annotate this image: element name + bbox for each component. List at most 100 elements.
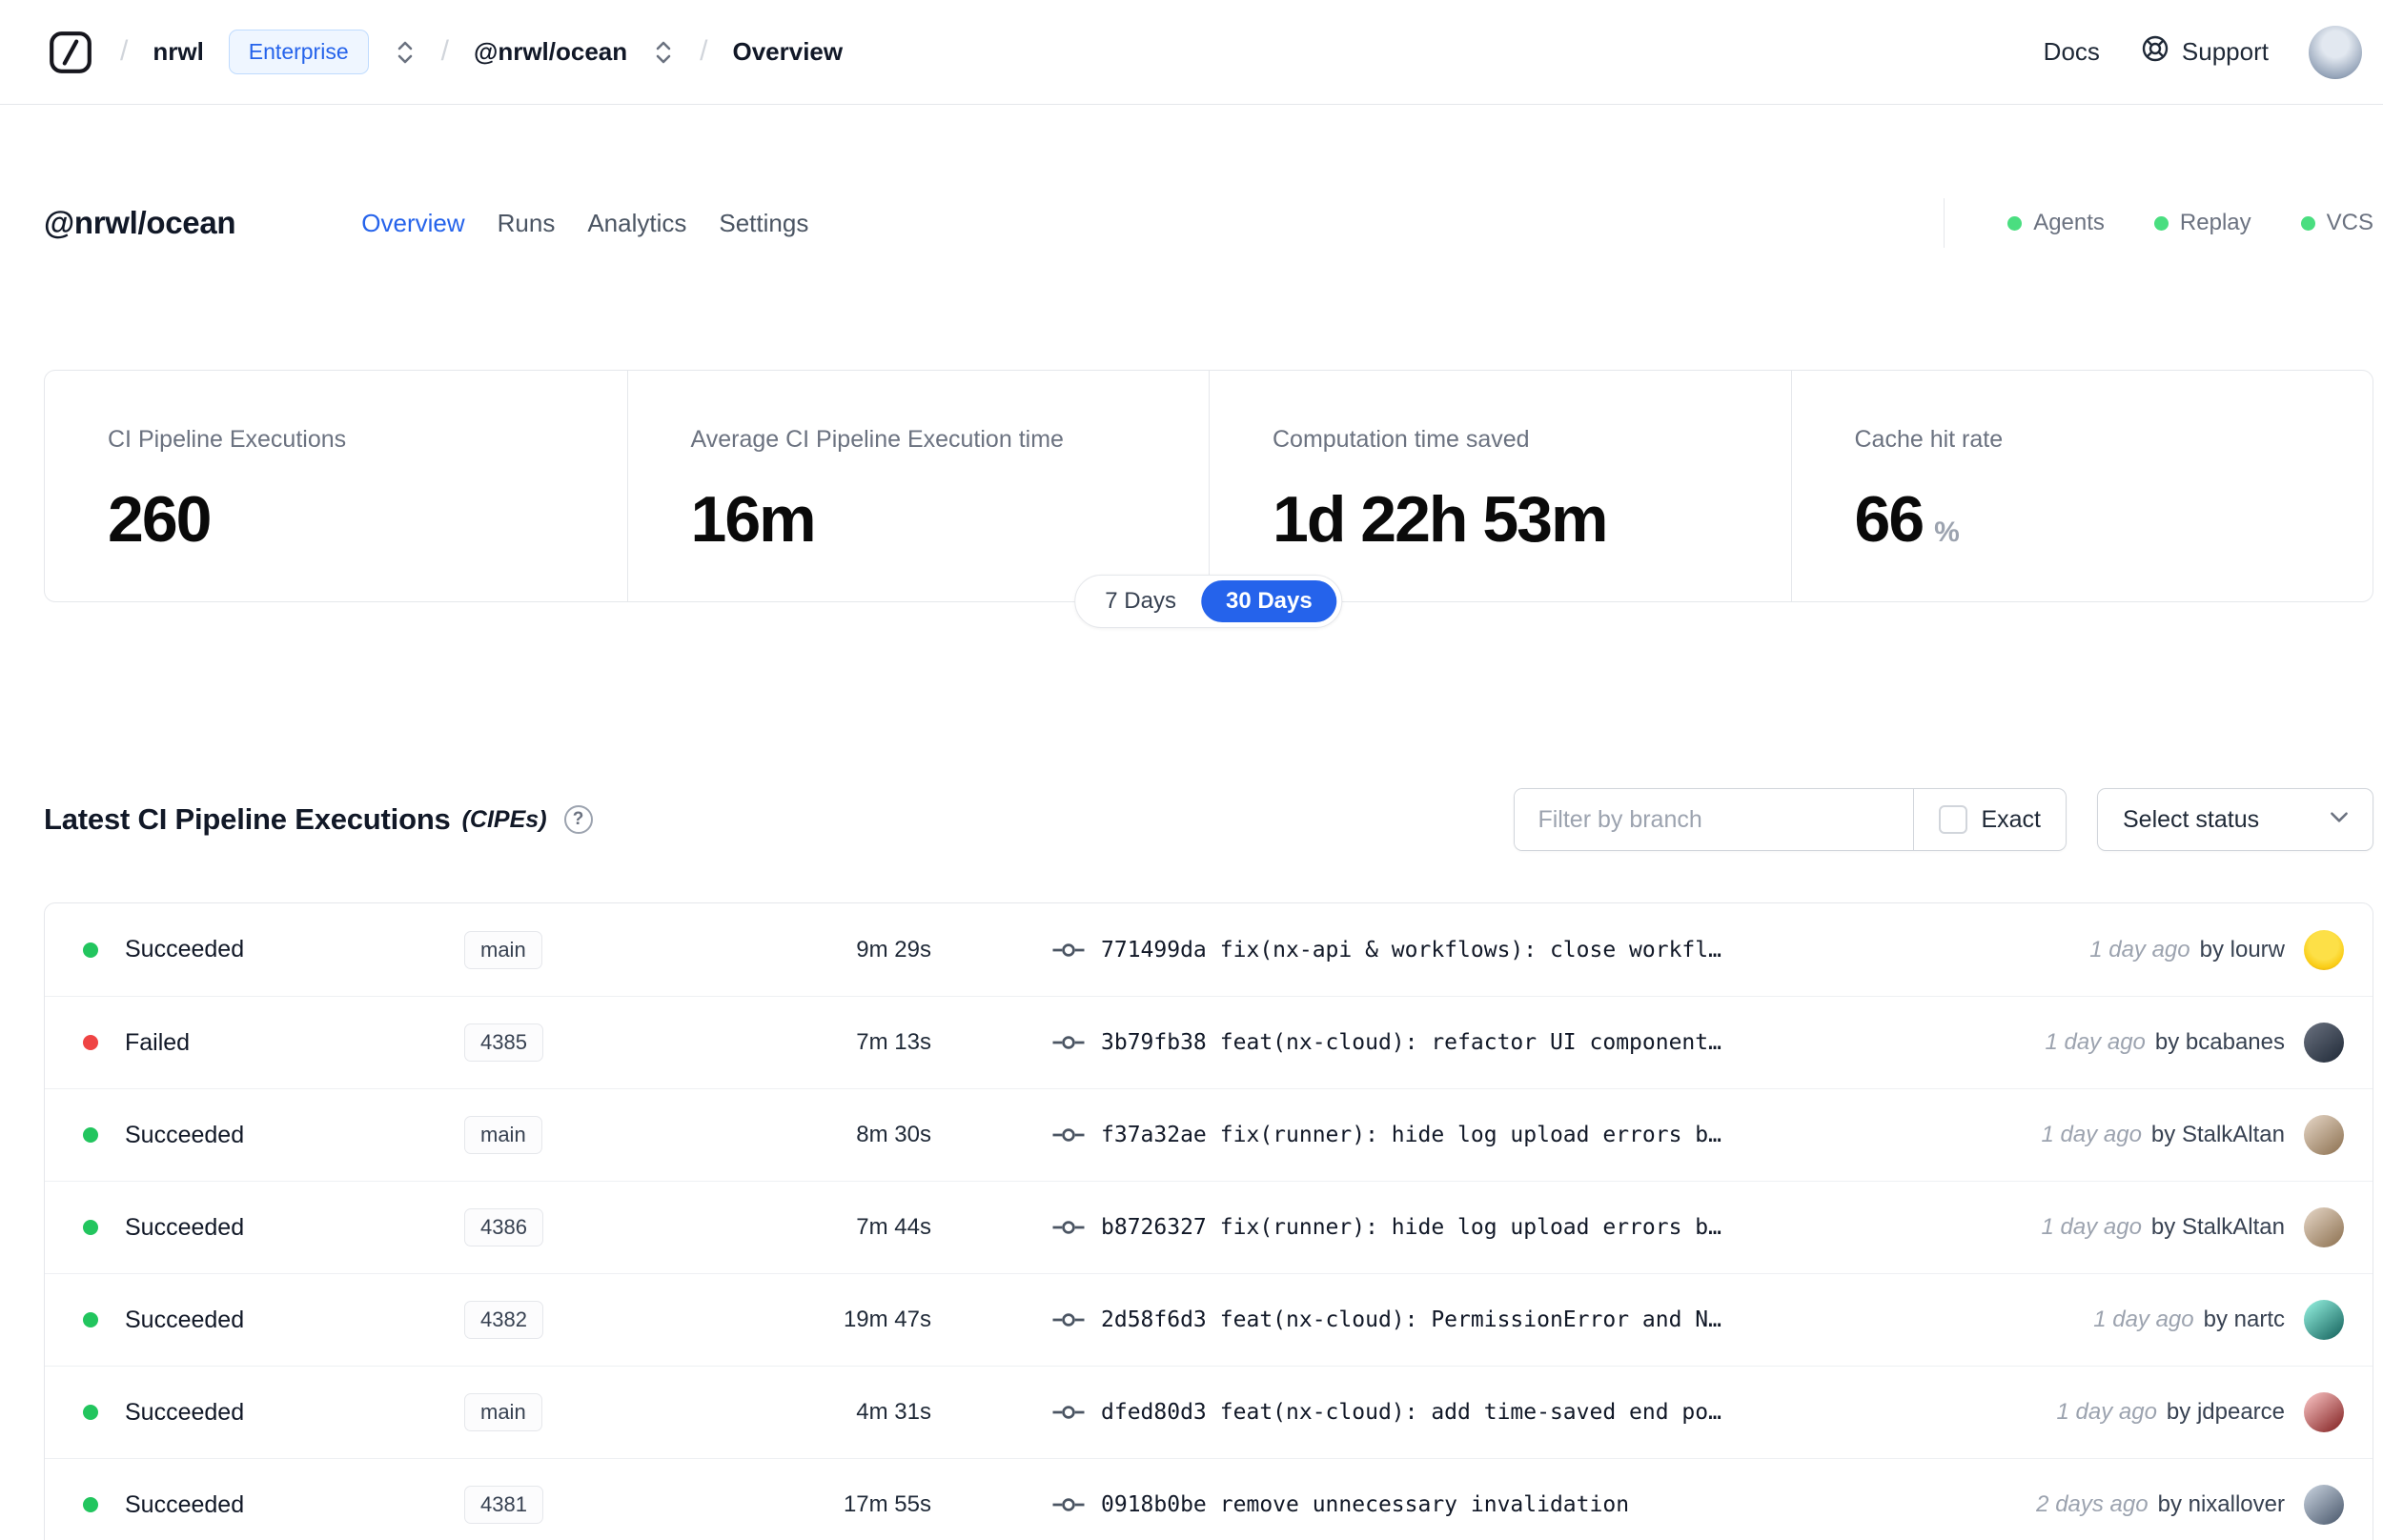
commit-hash: f37a32ae [1101, 1123, 1207, 1147]
org-name[interactable]: nrwl [153, 37, 203, 67]
table-row[interactable]: Failed 4385 7m 13s 3b79fb38 feat(nx-cloud… [45, 996, 2373, 1088]
workspace-name[interactable]: @nrwl/ocean [474, 37, 627, 67]
indicator-label: Agents [2033, 210, 2105, 235]
chevron-down-icon [2327, 804, 2352, 836]
table-row[interactable]: Succeeded main 4m 31s dfed80d3 feat(nx-cl… [45, 1366, 2373, 1458]
relative-time: 1 day ago [2093, 1307, 2194, 1332]
commit-text[interactable]: 2d58f6d3 feat(nx-cloud): PermissionError … [1086, 1307, 1989, 1332]
duration: 17m 55s [843, 1491, 931, 1517]
table-row[interactable]: Succeeded 4382 19m 47s 2d58f6d3 feat(nx-c… [45, 1273, 2373, 1366]
status-label: Succeeded [125, 1213, 245, 1241]
branch-badge[interactable]: 4386 [464, 1208, 543, 1246]
avatar [2304, 1300, 2344, 1340]
stat-label: Average CI Pipeline Execution time [690, 426, 1064, 453]
status-label: Succeeded [125, 1306, 245, 1333]
stats-section: CI Pipeline Executions 260 Average CI Pi… [44, 370, 2373, 628]
commit-text[interactable]: b8726327 fix(runner): hide log upload err… [1086, 1215, 1989, 1240]
plan-badge: Enterprise [228, 30, 369, 74]
commit-text[interactable]: 771499da fix(nx-api & workflows): close w… [1086, 938, 1989, 962]
git-commit-icon [1051, 1493, 1086, 1516]
avatar [2304, 1392, 2344, 1432]
avatar [2304, 929, 2344, 970]
relative-time: 1 day ago [2045, 1029, 2146, 1055]
commit-hash: 2d58f6d3 [1101, 1307, 1207, 1332]
author: by nixallover [2157, 1491, 2285, 1517]
status-dot [83, 942, 98, 958]
status-select-label: Select status [2123, 805, 2260, 833]
avatar [2304, 1023, 2344, 1063]
support-link[interactable]: Support [2140, 33, 2269, 71]
row-meta: 1 day ago by lourw [1989, 937, 2304, 963]
branch-badge[interactable]: main [464, 1116, 542, 1154]
green-dot-icon [2007, 215, 2023, 231]
commit-text[interactable]: dfed80d3 feat(nx-cloud): add time-saved e… [1086, 1400, 1989, 1425]
relative-time: 1 day ago [2041, 1122, 2142, 1147]
author: by StalkAltan [2150, 1214, 2285, 1240]
status-select-dropdown[interactable]: Select status [2097, 788, 2373, 851]
git-commit-icon [1051, 1216, 1086, 1239]
help-icon[interactable]: ? [563, 805, 593, 834]
commit-hash: dfed80d3 [1101, 1400, 1207, 1425]
docs-link[interactable]: Docs [2044, 37, 2100, 67]
breadcrumb: / nrwl Enterprise / @nrwl/ocean / Overvi… [46, 28, 843, 77]
commit-text[interactable]: f37a32ae fix(runner): hide log upload err… [1086, 1123, 1989, 1147]
stat-value: 1d 22h 53m [1273, 483, 1608, 556]
support-label: Support [2181, 37, 2269, 66]
indicator-vcs: VCS [2300, 210, 2373, 236]
stat-value: 66% [1854, 483, 1960, 556]
workspace-header: @nrwl/ocean Overview Runs Analytics Sett… [44, 191, 2373, 255]
cipe-section-header: Latest CI Pipeline Executions (CIPEs) ? … [44, 788, 2373, 851]
duration: 9m 29s [856, 936, 931, 962]
branch-badge[interactable]: main [464, 1393, 542, 1431]
cipe-filters: Exact Select status [1514, 788, 2373, 851]
range-30-days-button[interactable]: 30 Days [1200, 580, 1337, 622]
user-avatar[interactable] [2309, 25, 2362, 79]
green-dot-icon [2300, 215, 2315, 231]
top-navbar: / nrwl Enterprise / @nrwl/ocean / Overvi… [0, 0, 2383, 105]
table-row[interactable]: Succeeded 4381 17m 55s 0918b0be remove un… [45, 1458, 2373, 1540]
stat-label: Computation time saved [1273, 426, 1530, 453]
indicator-replay: Replay [2153, 210, 2251, 236]
breadcrumb-separator: / [700, 34, 708, 67]
page-title: @nrwl/ocean [44, 205, 236, 240]
tab-overview[interactable]: Overview [361, 209, 464, 238]
indicator-label: Replay [2179, 210, 2251, 235]
org-switcher-chevrons-icon[interactable] [394, 38, 417, 67]
tab-runs[interactable]: Runs [498, 209, 556, 238]
commit-message: fix(nx-api & workflows): close workfl… [1219, 937, 1721, 962]
relative-time: 2 days ago [2036, 1491, 2149, 1517]
branch-badge[interactable]: main [464, 930, 542, 969]
nx-cloud-logo-icon[interactable] [46, 28, 95, 77]
row-meta: 1 day ago by nartc [1989, 1307, 2304, 1333]
branch-filter-input[interactable] [1515, 789, 1914, 850]
git-commit-icon [1051, 939, 1086, 962]
avatar [2304, 1115, 2344, 1155]
status-indicators: Agents Replay VCS [1944, 198, 2373, 248]
table-row[interactable]: Succeeded 4386 7m 44s b8726327 fix(runner… [45, 1181, 2373, 1273]
status-dot [83, 1035, 98, 1050]
status-dot [83, 1497, 98, 1512]
range-7-days-button[interactable]: 7 Days [1080, 580, 1201, 622]
tab-settings[interactable]: Settings [719, 209, 808, 238]
commit-text[interactable]: 3b79fb38 feat(nx-cloud): refactor UI comp… [1086, 1030, 1989, 1055]
stat-label: CI Pipeline Executions [108, 426, 347, 453]
exact-checkbox[interactable] [1939, 805, 1968, 834]
commit-text[interactable]: 0918b0be remove unnecessary invalidation [1086, 1492, 1989, 1517]
duration: 19m 47s [843, 1307, 931, 1332]
workspace-switcher-chevrons-icon[interactable] [652, 38, 675, 67]
breadcrumb-separator: / [120, 34, 129, 67]
tab-analytics[interactable]: Analytics [587, 209, 686, 238]
commit-message: feat(nx-cloud): PermissionError and N… [1219, 1307, 1721, 1332]
branch-badge[interactable]: 4385 [464, 1023, 543, 1062]
row-meta: 1 day ago by StalkAltan [1989, 1122, 2304, 1148]
stat-value: 260 [108, 483, 212, 556]
table-row[interactable]: Succeeded main 8m 30s f37a32ae fix(runner… [45, 1088, 2373, 1181]
commit-message: fix(runner): hide log upload errors b… [1219, 1123, 1721, 1147]
branch-badge[interactable]: 4381 [464, 1486, 543, 1524]
table-row[interactable]: Succeeded main 9m 29s 771499da fix(nx-api… [45, 903, 2373, 996]
date-range-toggle: 7 Days 30 Days [1074, 575, 1343, 628]
exact-match-toggle[interactable]: Exact [1913, 789, 2066, 850]
branch-badge[interactable]: 4382 [464, 1301, 543, 1339]
avatar [2304, 1207, 2344, 1247]
status-dot [83, 1405, 98, 1420]
